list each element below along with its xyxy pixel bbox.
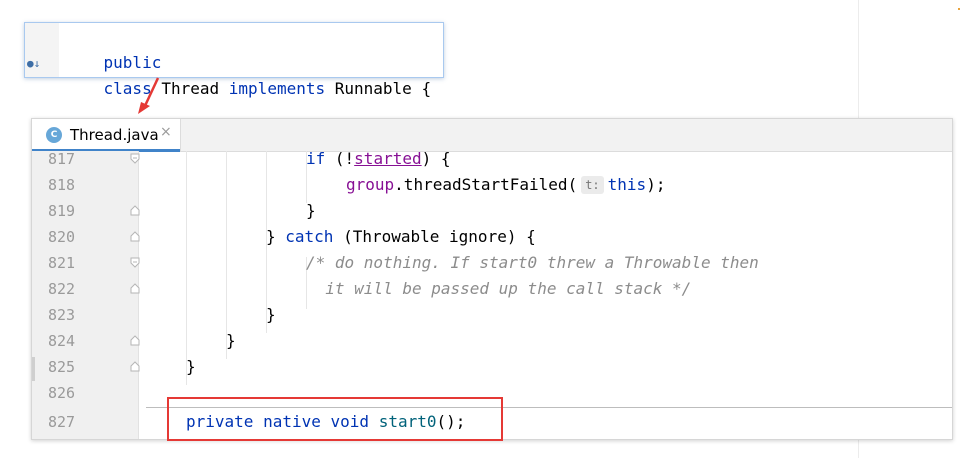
line-number: 820 (48, 228, 76, 246)
code-line-817[interactable]: 817 if (!started) { (32, 146, 952, 172)
line-number: 827 (48, 413, 76, 431)
keyword-if: if (306, 149, 326, 168)
fold-start-icon[interactable] (130, 361, 140, 372)
implemented-interface-icon[interactable]: ●↓ (27, 57, 40, 70)
line-number: 824 (48, 332, 76, 350)
code-line-818[interactable]: 818 group.threadStartFailed(t: this); (32, 172, 952, 198)
interface-name[interactable]: Runnable { (335, 79, 431, 98)
code-punct: ) { (421, 149, 451, 168)
close-icon[interactable]: × (160, 124, 172, 140)
code-line-825[interactable]: 825 } (32, 354, 952, 380)
keyword-implements: implements (228, 79, 326, 98)
code-text: } (226, 331, 236, 350)
code-line-824[interactable]: 824 } (32, 328, 952, 354)
code-line-821[interactable]: 821 /* do nothing. If start0 threw a Thr… (32, 250, 952, 276)
field-group: group (346, 175, 395, 194)
line-number: 822 (48, 280, 76, 298)
code-line-823[interactable]: 823 } (32, 302, 952, 328)
line-number: 818 (48, 176, 76, 194)
fold-start-icon[interactable] (130, 335, 140, 346)
line-number: 817 (48, 150, 76, 168)
field-started: started (354, 149, 422, 168)
code-comment: /* do nothing. If start0 threw a Throwab… (306, 253, 759, 272)
code-line-819[interactable]: 819 } (32, 198, 952, 224)
fold-start-icon[interactable] (130, 205, 140, 216)
class-declaration-popup: ●↓ public class Thread implements Runnab… (24, 22, 444, 98)
code-line-820[interactable]: 820 } catch (Throwable ignore) { (32, 224, 952, 250)
fold-start-icon[interactable] (130, 283, 140, 294)
class-name[interactable]: Thread (161, 79, 219, 98)
java-class-icon: C (46, 127, 62, 143)
fold-end-icon[interactable] (130, 153, 140, 164)
code-editor[interactable]: C Thread.java × 817 if (!started) { 818 … (31, 118, 953, 440)
code-comment: it will be passed up the call stack */ (306, 279, 692, 298)
code-text: } (186, 357, 196, 376)
status-dot (958, 8, 960, 10)
code-text: } (306, 201, 316, 220)
line-number: 819 (48, 202, 76, 220)
code-punct: (! (325, 149, 355, 168)
line-number: 825 (48, 358, 76, 376)
code-punct: (Throwable ignore) { (333, 227, 536, 246)
code-line-822[interactable]: 822 it will be passed up the call stack … (32, 276, 952, 302)
fold-start-icon[interactable] (130, 231, 140, 242)
keyword-catch: catch (285, 227, 334, 246)
method-call: .threadStartFailed( (394, 175, 578, 194)
code-text: if (!started) { (306, 146, 451, 172)
line-number: 826 (48, 384, 76, 402)
annotation-highlight-box (167, 397, 503, 441)
line-number: 823 (48, 306, 76, 324)
keyword-this: this (607, 175, 647, 194)
fold-end-icon[interactable] (130, 257, 140, 268)
popup-line-2: class Thread implements Runnable { (65, 50, 432, 128)
tab-label: Thread.java (70, 126, 159, 144)
code-punct: } (266, 227, 286, 246)
code-text: } (266, 305, 276, 324)
code-text: group.threadStartFailed(t: this); (346, 172, 665, 198)
annotation-arrow (138, 77, 160, 114)
code-punct: ); (646, 175, 666, 194)
parameter-hint: t: (581, 176, 604, 194)
code-text: } catch (Throwable ignore) { (266, 224, 536, 250)
line-number: 821 (48, 254, 76, 272)
